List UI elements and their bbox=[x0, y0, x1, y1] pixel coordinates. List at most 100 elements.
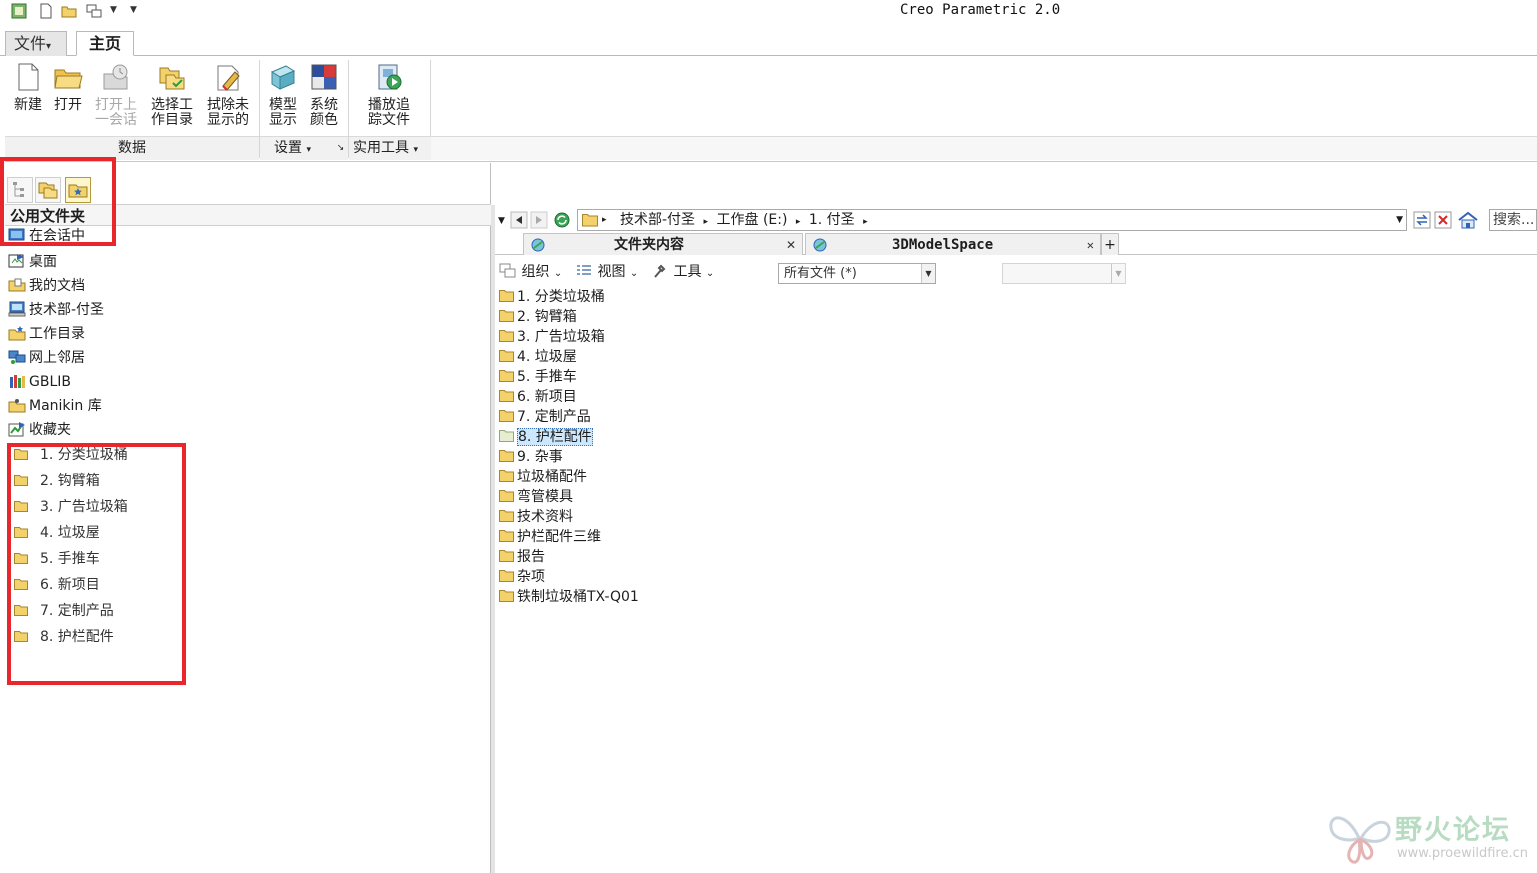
folder-icon bbox=[14, 527, 28, 538]
list-item[interactable]: 9. 杂事 bbox=[499, 447, 563, 467]
breadcrumb-separator-icon: ▸ bbox=[602, 215, 607, 225]
close-icon[interactable]: ✕ bbox=[1087, 234, 1094, 256]
search-input[interactable]: 搜索... bbox=[1489, 209, 1537, 231]
browser-tabs: 文件夹内容 ✕ 3DModelSpace ✕ + bbox=[495, 233, 1537, 255]
select-working-directory-button[interactable]: 选择工 作目录 bbox=[147, 62, 197, 128]
tab-favorites[interactable] bbox=[65, 177, 91, 203]
tab-3dmodelspace[interactable]: 3DModelSpace ✕ bbox=[805, 233, 1101, 255]
erase-not-displayed-button[interactable]: 拭除未 显示的 bbox=[203, 62, 253, 128]
chevron-down-icon: ▾ bbox=[306, 145, 311, 155]
list-item[interactable]: 4. 垃圾屋 bbox=[499, 347, 577, 367]
list-item[interactable]: 弯管模具 bbox=[499, 487, 573, 507]
address-dropdown-icon[interactable]: ▼ bbox=[1396, 210, 1403, 230]
nav-item-working-directory[interactable]: 工作目录 bbox=[8, 324, 85, 344]
nav-item-my-documents[interactable]: 我的文档 bbox=[8, 276, 85, 296]
nav-item-desktop[interactable]: 桌面 bbox=[8, 252, 57, 272]
list-item[interactable]: 护栏配件三维 bbox=[499, 527, 601, 547]
refresh-icon[interactable] bbox=[553, 211, 571, 229]
open-folder-icon[interactable] bbox=[61, 3, 77, 19]
list-item[interactable]: 铁制垃圾桶TX-Q01 bbox=[499, 587, 639, 607]
folder-icon bbox=[499, 510, 514, 522]
history-dropdown-icon[interactable]: ▼ bbox=[498, 216, 505, 226]
tab-folder-browser[interactable] bbox=[35, 177, 61, 203]
model-display-icon bbox=[270, 65, 296, 90]
favorite-item[interactable]: 4. 垃圾屋 bbox=[14, 523, 100, 543]
group-utilities-label[interactable]: 实用工具 ▾ bbox=[349, 136, 431, 160]
nav-item-computer[interactable]: 技术部-付圣 bbox=[8, 300, 104, 320]
windows-dropdown-icon[interactable]: ▼ bbox=[110, 5, 117, 15]
folder-icon bbox=[14, 579, 28, 590]
favorite-item[interactable]: 7. 定制产品 bbox=[14, 601, 114, 621]
browser-toolbar: 组织 ⌄ 视图 ⌄ 工具 ⌄ 所有文件 (*) ▼ ▼ bbox=[495, 259, 1537, 285]
breadcrumb-item[interactable]: 1. 付圣 bbox=[809, 212, 855, 228]
play-trail-file-button[interactable]: 播放追 踪文件 bbox=[363, 62, 415, 128]
favorite-item[interactable]: 2. 钩臂箱 bbox=[14, 471, 100, 491]
folder-icon bbox=[499, 550, 514, 562]
browser-tab-icon bbox=[813, 238, 827, 252]
model-tree-icon bbox=[13, 182, 24, 197]
view-list-icon bbox=[577, 265, 591, 275]
tab-folder-contents[interactable]: 文件夹内容 ✕ bbox=[523, 233, 803, 255]
navigator-tabs bbox=[5, 173, 105, 203]
new-button[interactable]: 新建 bbox=[10, 62, 46, 113]
nav-item-manikin-library[interactable]: Manikin 库 bbox=[8, 396, 102, 416]
new-file-icon[interactable] bbox=[38, 3, 54, 19]
model-display-button[interactable]: 模型 显示 bbox=[264, 62, 302, 128]
breadcrumb-separator-icon: ▸ bbox=[863, 217, 868, 227]
list-item[interactable]: 3. 广告垃圾箱 bbox=[499, 327, 605, 347]
working-directory-icon bbox=[159, 67, 185, 90]
app-icon[interactable] bbox=[11, 3, 27, 19]
home-icon[interactable] bbox=[1457, 211, 1479, 229]
breadcrumb-item[interactable]: 工作盘 (E:) bbox=[717, 212, 788, 228]
open-last-session-button[interactable]: 打开上 一会话 bbox=[91, 62, 141, 128]
list-item[interactable]: 技术资料 bbox=[499, 507, 573, 527]
list-item[interactable]: 报告 bbox=[499, 547, 545, 567]
list-item[interactable]: 杂项 bbox=[499, 567, 545, 587]
group-settings-label[interactable]: 设置 ▾ bbox=[260, 136, 333, 160]
favorite-item[interactable]: 1. 分类垃圾桶 bbox=[14, 445, 128, 465]
list-item[interactable]: 6. 新项目 bbox=[499, 387, 577, 407]
common-folders-header: 公用文件夹 bbox=[5, 204, 491, 226]
chevron-down-icon: ▼ bbox=[1111, 264, 1125, 283]
list-item[interactable]: 7. 定制产品 bbox=[499, 407, 591, 427]
folder-icon bbox=[14, 605, 28, 616]
nav-item-in-session[interactable]: 在会话中 bbox=[8, 226, 85, 246]
system-colors-button[interactable]: 系统 颜色 bbox=[305, 62, 343, 128]
computer-icon bbox=[8, 301, 26, 317]
back-icon[interactable] bbox=[510, 211, 528, 229]
breadcrumb-item[interactable]: 技术部-付圣 bbox=[620, 212, 695, 228]
favorite-item[interactable]: 3. 广告垃圾箱 bbox=[14, 497, 128, 517]
list-item[interactable]: 5. 手推车 bbox=[499, 367, 577, 387]
sync-icon[interactable] bbox=[1413, 211, 1431, 229]
forward-icon[interactable] bbox=[530, 211, 548, 229]
tab-home[interactable]: 主页 bbox=[76, 31, 134, 56]
settings-launcher-icon[interactable]: ↘ bbox=[333, 136, 348, 160]
list-item-selected[interactable]: 8. 护栏配件 bbox=[499, 427, 593, 447]
address-bar[interactable]: ▸ 技术部-付圣 ▸ 工作盘 (E:) ▸ 1. 付圣 ▸ ▼ bbox=[577, 209, 1407, 231]
tools-menu[interactable]: 工具 ⌄ bbox=[651, 259, 714, 287]
file-type-filter[interactable]: 所有文件 (*) ▼ bbox=[778, 263, 936, 284]
close-icon[interactable]: ✕ bbox=[786, 234, 796, 256]
new-tab-button[interactable]: + bbox=[1101, 233, 1119, 255]
tab-file[interactable]: 文件▾ bbox=[5, 31, 67, 56]
customize-toolbar-icon[interactable]: ▼ bbox=[130, 5, 137, 15]
list-item[interactable]: 2. 钩臂箱 bbox=[499, 307, 577, 327]
open-last-session-icon bbox=[103, 64, 128, 90]
open-button[interactable]: 打开 bbox=[50, 62, 86, 113]
folder-icon bbox=[499, 370, 514, 382]
windows-icon[interactable] bbox=[86, 3, 102, 19]
nav-item-favorites[interactable]: 收藏夹 bbox=[8, 420, 71, 440]
list-item[interactable]: 1. 分类垃圾桶 bbox=[499, 287, 605, 307]
tab-model-tree[interactable] bbox=[7, 177, 33, 203]
list-item[interactable]: 垃圾桶配件 bbox=[499, 467, 587, 487]
nav-item-network[interactable]: 网上邻居 bbox=[8, 348, 85, 368]
secondary-filter[interactable]: ▼ bbox=[1002, 263, 1126, 284]
nav-item-gblib[interactable]: GBLIB bbox=[8, 372, 71, 392]
favorite-item[interactable]: 5. 手推车 bbox=[14, 549, 100, 569]
favorite-item[interactable]: 8. 护栏配件 bbox=[14, 627, 114, 647]
watermark: 野火论坛 www.proewildfire.cn bbox=[1327, 806, 1537, 868]
stop-icon[interactable] bbox=[1434, 211, 1452, 229]
favorite-item[interactable]: 6. 新项目 bbox=[14, 575, 100, 595]
organize-menu[interactable]: 组织 ⌄ bbox=[499, 259, 562, 287]
view-menu[interactable]: 视图 ⌄ bbox=[575, 259, 638, 287]
